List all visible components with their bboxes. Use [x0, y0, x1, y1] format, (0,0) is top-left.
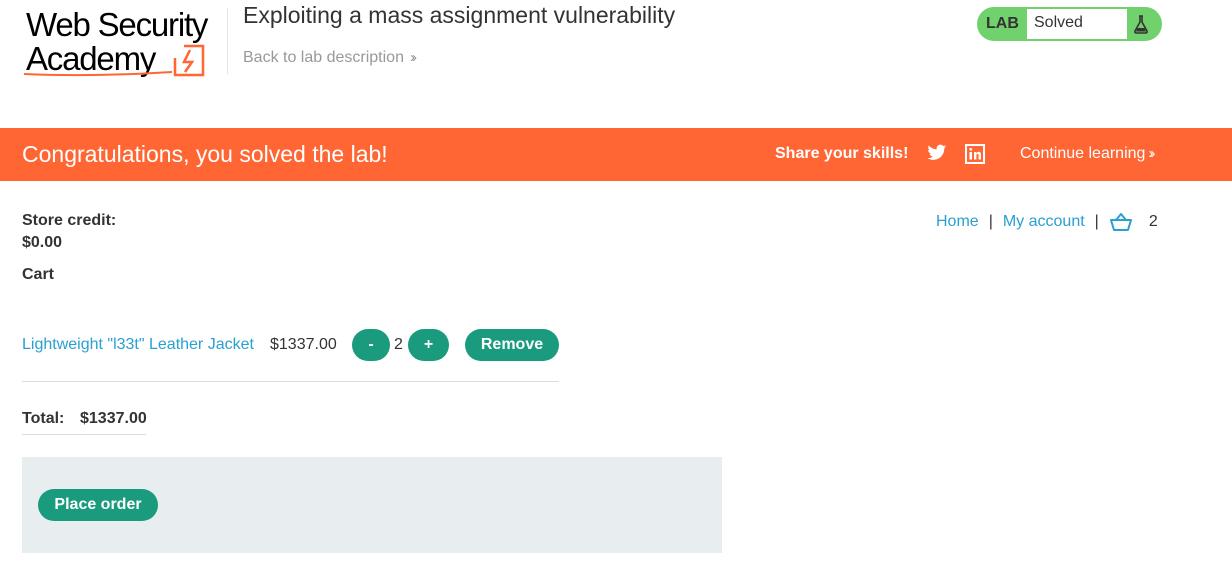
logo-line1: Web Security [26, 6, 208, 43]
continue-learning-label: Continue learning [1020, 145, 1146, 162]
top-nav: Home | My account | 2 [936, 212, 1158, 232]
web-security-academy-logo[interactable]: Web Security Academy [22, 6, 222, 80]
back-link-label: Back to lab description [243, 49, 404, 66]
lab-title: Exploiting a mass assignment vulnerabili… [243, 2, 676, 28]
lab-status-state: Solved [1027, 9, 1127, 39]
increase-quantity-button[interactable]: + [408, 329, 449, 361]
nav-separator: | [988, 213, 993, 230]
nav-separator: | [1094, 213, 1099, 230]
continue-learning-link[interactable]: Continue learning ›› [1020, 145, 1155, 163]
flask-icon [1127, 9, 1154, 39]
total-label: Total: [22, 410, 65, 427]
linkedin-icon[interactable] [965, 144, 985, 164]
twitter-icon[interactable] [927, 144, 947, 162]
congratulations-message: Congratulations, you solved the lab! [22, 141, 388, 167]
nav-home-link[interactable]: Home [936, 213, 979, 231]
place-order-button[interactable]: Place order [38, 489, 158, 521]
solved-banner: Congratulations, you solved the lab! Sha… [0, 128, 1232, 181]
double-chevron-right-icon: ›› [409, 49, 417, 66]
cart-heading: Cart [22, 266, 55, 283]
remove-item-button[interactable]: Remove [465, 329, 559, 361]
back-to-lab-description-link[interactable]: Back to lab description ›› [243, 49, 417, 67]
total-divider [22, 434, 146, 435]
cart-item-price: $1337.00 [270, 336, 337, 353]
cart-basket-icon[interactable] [1109, 212, 1133, 232]
cart-item-name-link[interactable]: Lightweight "l33t" Leather Jacket [22, 336, 254, 354]
lab-status-widget: LAB Solved [977, 7, 1162, 41]
cart-row-divider [22, 381, 559, 382]
nav-my-account-link[interactable]: My account [1003, 213, 1085, 231]
cart-count: 2 [1148, 213, 1158, 230]
logo-swoosh-icon [23, 71, 173, 77]
share-skills-text: Share your skills! [775, 145, 909, 162]
store-credit-value: $0.00 [22, 234, 63, 251]
store-credit-label: Store credit: [22, 212, 117, 229]
cart-item-quantity: 2 [394, 336, 403, 353]
header-divider [227, 8, 228, 74]
lab-status-label: LAB [986, 15, 1019, 32]
decrease-quantity-button[interactable]: - [352, 329, 390, 361]
double-chevron-right-icon: ›› [1148, 145, 1155, 162]
total-value: $1337.00 [80, 410, 147, 427]
